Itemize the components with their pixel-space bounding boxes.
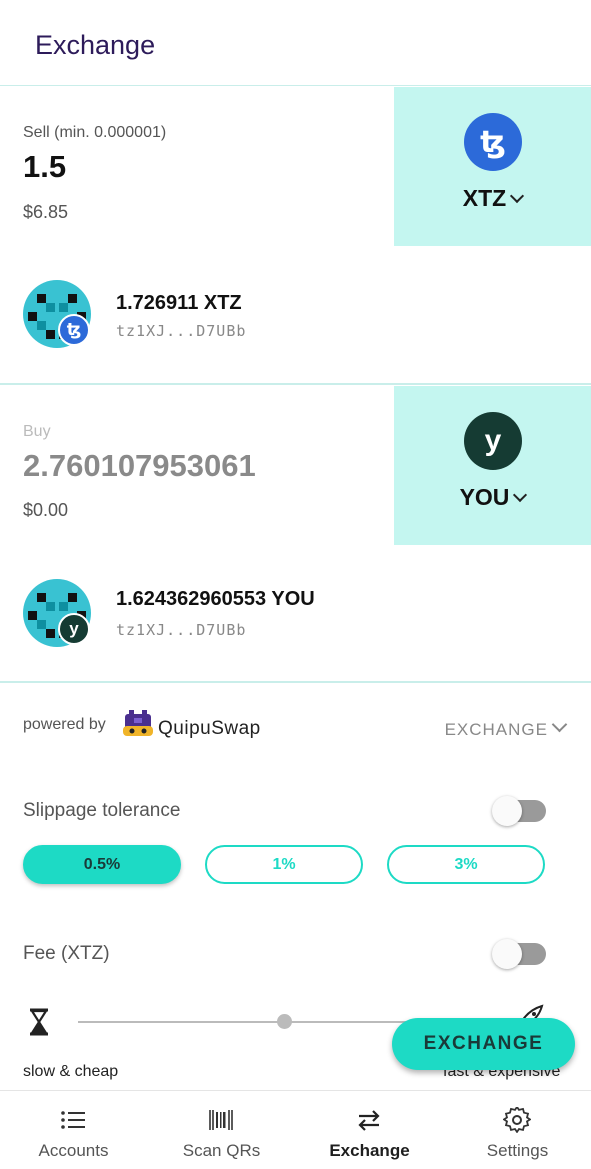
sell-account-row[interactable]: ꜩ 1.726911 XTZ tz1XJ...D7UBb (0, 272, 591, 392)
tezos-icon: ꜩ (464, 113, 522, 171)
buy-usd-value: $0.00 (23, 500, 69, 520)
toggle-knob (492, 796, 522, 826)
sell-amount-input[interactable]: 1.5 (23, 149, 66, 185)
nav-label-settings: Settings (486, 1141, 549, 1160)
hourglass-icon (29, 1008, 49, 1036)
slow-cheap-label: slow & cheap (23, 1063, 119, 1080)
gear-icon (503, 1107, 531, 1133)
sell-account-balance: 1.726911 XTZ (116, 292, 242, 314)
sell-label: Sell (min. 0.000001) (23, 124, 167, 141)
sell-token-selector[interactable]: ꜩ XTZ (394, 87, 591, 246)
buy-account-row[interactable]: y 1.624362960553 YOU tz1XJ...D7UBb (0, 571, 591, 691)
buy-panel: Buy 2.760107953061 $0.00 y YOU y 1.62436… (0, 386, 591, 683)
nav-item-exchange[interactable]: Exchange (296, 1091, 443, 1169)
app-header: Exchange (0, 0, 591, 86)
buy-amount: 2.760107953061 (23, 448, 256, 483)
slippage-option-3[interactable]: 3% (387, 845, 545, 884)
nav-label-scan-qrs: Scan QRs (182, 1141, 261, 1160)
exchange-mode-dropdown[interactable]: EXCHANGE (445, 716, 568, 740)
nav-item-scan-qrs[interactable]: Scan QRs (148, 1091, 295, 1169)
chevron-down-icon (510, 188, 525, 204)
buy-account-balance: 1.624362960553 YOU (116, 588, 315, 610)
quipuswap-name: QuipuSwap (158, 718, 261, 739)
buy-token-selector[interactable]: y YOU (394, 386, 591, 545)
you-token-icon: y (464, 412, 522, 470)
sell-token-symbol: XTZ (394, 185, 591, 212)
tezos-badge-icon: ꜩ (58, 314, 90, 346)
slippage-option-1[interactable]: 1% (205, 845, 363, 884)
slippage-label: Slippage tolerance (23, 800, 181, 821)
buy-token-symbol: YOU (394, 484, 591, 511)
barcode-scan-icon (209, 1110, 233, 1130)
slippage-option-0-5[interactable]: 0.5% (23, 845, 181, 884)
nav-item-accounts[interactable]: Accounts (0, 1091, 147, 1169)
bottom-nav: Accounts Scan QRs Exchange Settings (0, 1090, 591, 1169)
sell-usd-value: $6.85 (23, 202, 69, 222)
nav-label-exchange: Exchange (329, 1141, 410, 1160)
page-title: Exchange (35, 30, 156, 60)
sell-panel: Sell (min. 0.000001) 1.5 $6.85 ꜩ XTZ ꜩ 1… (0, 87, 591, 385)
chevron-down-icon (513, 487, 528, 503)
fee-toggle[interactable] (492, 939, 546, 969)
fee-label: Fee (XTZ) (23, 943, 110, 964)
exchange-button[interactable]: EXCHANGE (392, 1018, 575, 1070)
chevron-down-icon (551, 716, 568, 733)
slippage-toggle[interactable] (492, 796, 546, 826)
nav-item-settings[interactable]: Settings (444, 1091, 591, 1169)
you-token-badge-icon: y (58, 613, 90, 645)
sell-account-address: tz1XJ...D7UBb (116, 322, 247, 340)
buy-account-address: tz1XJ...D7UBb (116, 621, 247, 639)
swap-arrows-icon (358, 1110, 380, 1131)
quipuswap-logo-icon (123, 710, 153, 736)
powered-by-label: powered by (23, 716, 106, 733)
fee-slider-thumb[interactable] (277, 1014, 293, 1029)
buy-label: Buy (23, 423, 51, 440)
nav-label-accounts: Accounts (38, 1141, 109, 1160)
toggle-knob (492, 939, 522, 969)
list-icon (61, 1111, 85, 1129)
